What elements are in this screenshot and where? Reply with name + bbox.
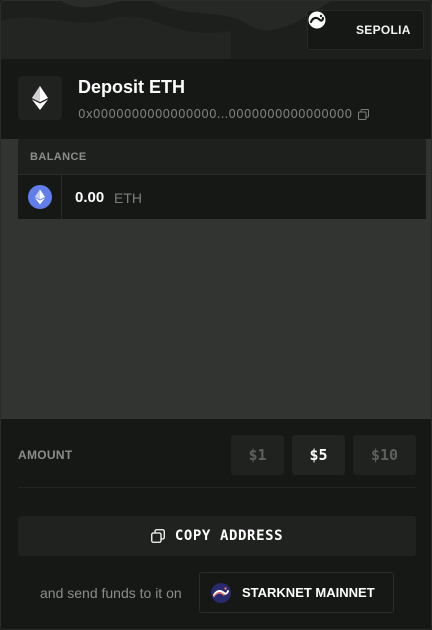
ethereum-icon	[32, 86, 48, 110]
balance-unit: ETH	[114, 190, 142, 206]
amount-option-10[interactable]: $10	[353, 435, 416, 475]
network-selector-button[interactable]: SEPOLIA	[307, 10, 424, 50]
deposit-header: Deposit ETH 0x0000000000000000...0000000…	[1, 59, 431, 139]
eth-cell	[18, 175, 62, 219]
token-icon-box	[18, 76, 62, 120]
copy-address-label: COPY ADDRESS	[174, 528, 284, 544]
amount-option-5[interactable]: $5	[292, 435, 345, 475]
deposit-address: 0x0000000000000000...0000000000000000	[78, 107, 370, 121]
amount-label: AMOUNT	[18, 448, 73, 462]
amount-section: AMOUNT $1 $5 $10 COPY ADDRESS and send f…	[1, 419, 431, 629]
amount-option-1[interactable]: $1	[231, 435, 284, 475]
page-title: Deposit ETH	[78, 77, 186, 97]
balance-area: BALANCE 0.00 ETH	[1, 139, 431, 419]
address-text: 0x0000000000000000...0000000000000000	[78, 107, 353, 121]
top-banner: SEPOLIA	[1, 1, 431, 59]
balance-row: 0.00 ETH	[18, 175, 426, 219]
starknet-logo-icon	[211, 582, 231, 603]
copy-address-button[interactable]: COPY ADDRESS	[18, 516, 416, 556]
copy-icon[interactable]	[358, 108, 370, 120]
starknet-icon	[308, 11, 344, 39]
deposit-panel: SEPOLIA Deposit ETH 0x0000000000000000..…	[0, 0, 432, 630]
send-funds-text: and send funds to it on	[40, 585, 182, 601]
balance-value: 0.00	[75, 189, 105, 206]
starknet-mainnet-button[interactable]: STARKNET MAINNET	[199, 572, 394, 613]
divider	[18, 487, 416, 488]
balance-heading: BALANCE	[30, 151, 87, 163]
network-label: SEPOLIA	[356, 23, 411, 37]
copy-icon	[150, 529, 165, 543]
balance-header: BALANCE	[18, 139, 426, 175]
eth-token-icon	[27, 185, 52, 209]
mainnet-label: STARKNET MAINNET	[242, 585, 375, 600]
